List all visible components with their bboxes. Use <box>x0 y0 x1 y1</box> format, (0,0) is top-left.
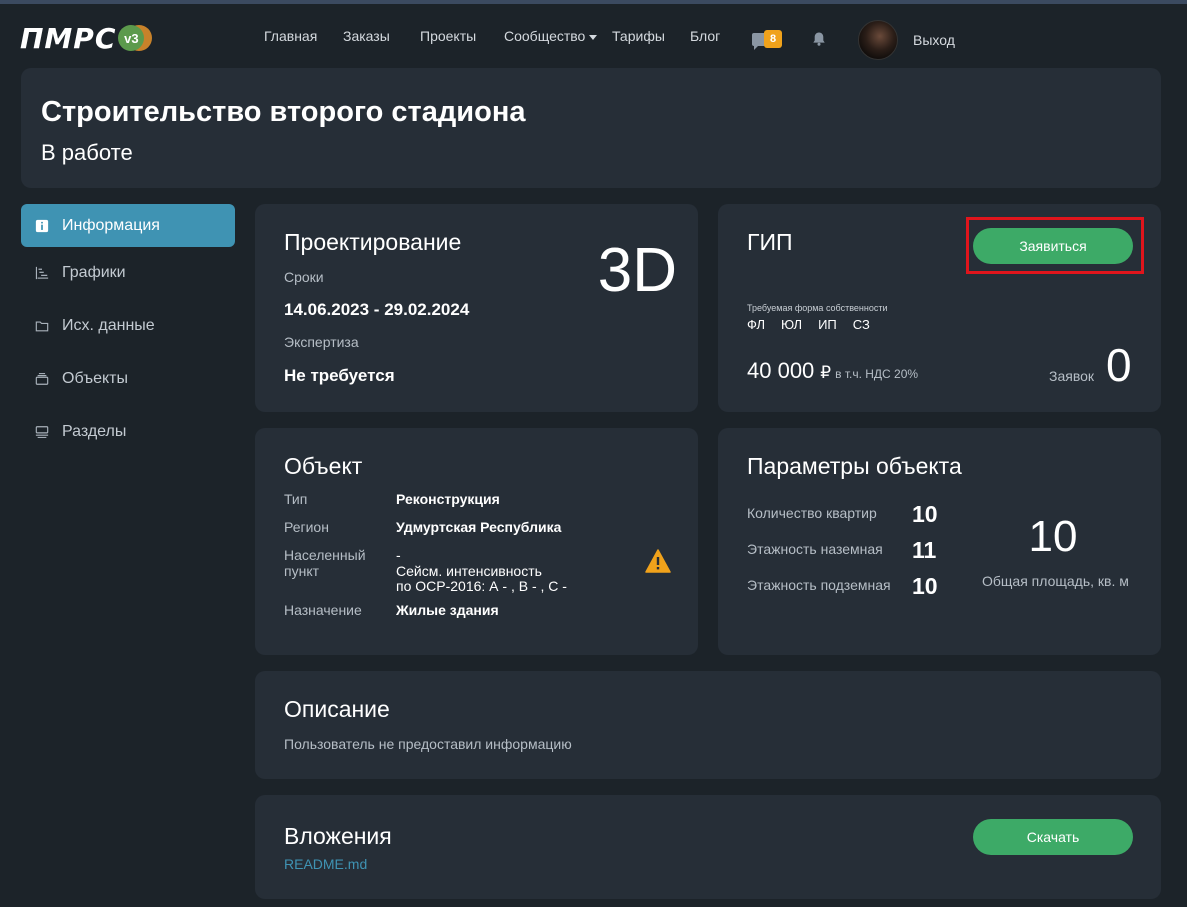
terms-value: 14.06.2023 - 29.02.2024 <box>284 300 470 319</box>
price-value: 40 000 <box>747 358 815 383</box>
ownership-label: Требуемая форма собственности <box>747 303 888 313</box>
nav-orders[interactable]: Заказы <box>343 28 390 44</box>
floors-above-label: Этажность наземная <box>747 541 883 557</box>
currency-sign: ₽ <box>820 363 832 382</box>
locality-label-line: Населенный <box>284 547 366 563</box>
header: ПМРС v3 Главная Заказы Проекты Сообществ… <box>0 4 1187 68</box>
area-value: 10 <box>1028 512 1078 561</box>
warning-icon <box>645 549 671 573</box>
description-heading: Описание <box>284 696 390 722</box>
design-card: Проектирование 3D Сроки 14.06.2023 - 29.… <box>255 204 698 412</box>
apply-button[interactable]: Заявиться <box>973 228 1133 264</box>
download-button[interactable]: Скачать <box>973 819 1133 855</box>
sidebar-item-label: Исх. данные <box>62 316 155 334</box>
project-status: В работе <box>41 140 133 165</box>
bell-icon[interactable] <box>811 31 827 47</box>
gip-heading: ГИП <box>747 229 793 255</box>
design-heading: Проектирование <box>284 229 462 255</box>
ownership-form: ФЛ <box>747 317 765 332</box>
expertise-label: Экспертиза <box>284 334 359 350</box>
sidebar-item-label: Информация <box>62 216 160 234</box>
object-heading: Объект <box>284 453 363 479</box>
sidebar-item-label: Объекты <box>62 369 128 387</box>
params-heading: Параметры объекта <box>747 453 962 479</box>
locality-label: Населенный пункт <box>284 547 366 579</box>
attachments-heading: Вложения <box>284 823 392 849</box>
logout-link[interactable]: Выход <box>913 32 955 48</box>
region-value: Удмуртская Республика <box>396 519 562 535</box>
logo-text: ПМРС <box>20 21 117 55</box>
page-title: Строительство второго стадиона <box>41 96 526 128</box>
nav-home[interactable]: Главная <box>264 28 317 44</box>
nav-community[interactable]: Сообщество <box>504 28 598 44</box>
apartments-value: 10 <box>912 501 938 527</box>
sidebar-item-sections[interactable]: Разделы <box>21 410 235 453</box>
messages-count-badge: 8 <box>764 30 782 48</box>
seismic-line: Сейсм. интенсивность <box>396 563 542 579</box>
nav-tariffs[interactable]: Тарифы <box>612 28 665 44</box>
layers-icon <box>35 372 49 385</box>
nav-blog[interactable]: Блог <box>690 28 720 44</box>
sidebar-item-label: Разделы <box>62 422 127 440</box>
floors-below-label: Этажность подземная <box>747 577 891 593</box>
price-row: 40 000 ₽ в т.ч. НДС 20% <box>747 358 918 384</box>
purpose-value: Жилые здания <box>396 602 499 618</box>
ownership-form: ЮЛ <box>780 317 803 332</box>
vat-note: в т.ч. НДС 20% <box>835 367 919 381</box>
info-icon <box>35 219 49 232</box>
description-text: Пользователь не предоставил информацию <box>284 736 572 752</box>
folder-icon <box>35 320 49 331</box>
sidebar-item-objects[interactable]: Объекты <box>21 357 235 400</box>
description-card: Описание Пользователь не предоставил инф… <box>255 671 1161 779</box>
seismic-line: по ОСР-2016: А - , В - , С - <box>396 578 567 594</box>
avatar[interactable] <box>858 20 898 60</box>
floors-above-value: 11 <box>912 537 937 563</box>
locality-value: - <box>396 547 401 563</box>
region-label: Регион <box>284 519 329 535</box>
purpose-label: Назначение <box>284 602 362 618</box>
area-label: Общая площадь, кв. м <box>982 573 1129 589</box>
sidebar-item-charts[interactable]: Графики <box>21 251 235 294</box>
sidebar-item-label: Графики <box>62 263 126 281</box>
version-badge: v3 <box>118 25 153 51</box>
requests-label: Заявок <box>1049 368 1095 384</box>
locality-label-line: пункт <box>284 563 320 579</box>
design-type-label: 3D <box>597 236 677 305</box>
requests-count: 0 <box>1106 339 1132 391</box>
nav-community-label: Сообщество <box>504 28 586 44</box>
params-card: Параметры объекта Количество квартир 10 … <box>718 428 1161 655</box>
floors-below-value: 10 <box>912 573 938 599</box>
chevron-down-icon <box>589 34 598 40</box>
gantt-icon <box>35 266 49 279</box>
nav-projects[interactable]: Проекты <box>420 28 476 44</box>
expertise-value: Не требуется <box>284 366 395 385</box>
object-card: Объект Тип Реконструкция Регион Удмуртск… <box>255 428 698 655</box>
sidebar-item-source-data[interactable]: Исх. данные <box>21 304 235 347</box>
terms-label: Сроки <box>284 269 324 285</box>
apartments-label: Количество квартир <box>747 505 877 521</box>
object-type-value: Реконструкция <box>396 491 500 507</box>
object-type-label: Тип <box>284 491 308 507</box>
ownership-form: СЗ <box>852 317 870 332</box>
sections-icon <box>35 425 49 438</box>
project-title-card: Строительство второго стадиона В работе <box>21 68 1161 188</box>
logo[interactable]: ПМРС v3 <box>20 21 153 55</box>
sidebar-item-info[interactable]: Информация <box>21 204 235 247</box>
ownership-forms: ФЛ ЮЛ ИП СЗ <box>747 317 886 332</box>
attachment-file-link[interactable]: README.md <box>284 856 367 872</box>
ownership-form: ИП <box>818 317 837 332</box>
